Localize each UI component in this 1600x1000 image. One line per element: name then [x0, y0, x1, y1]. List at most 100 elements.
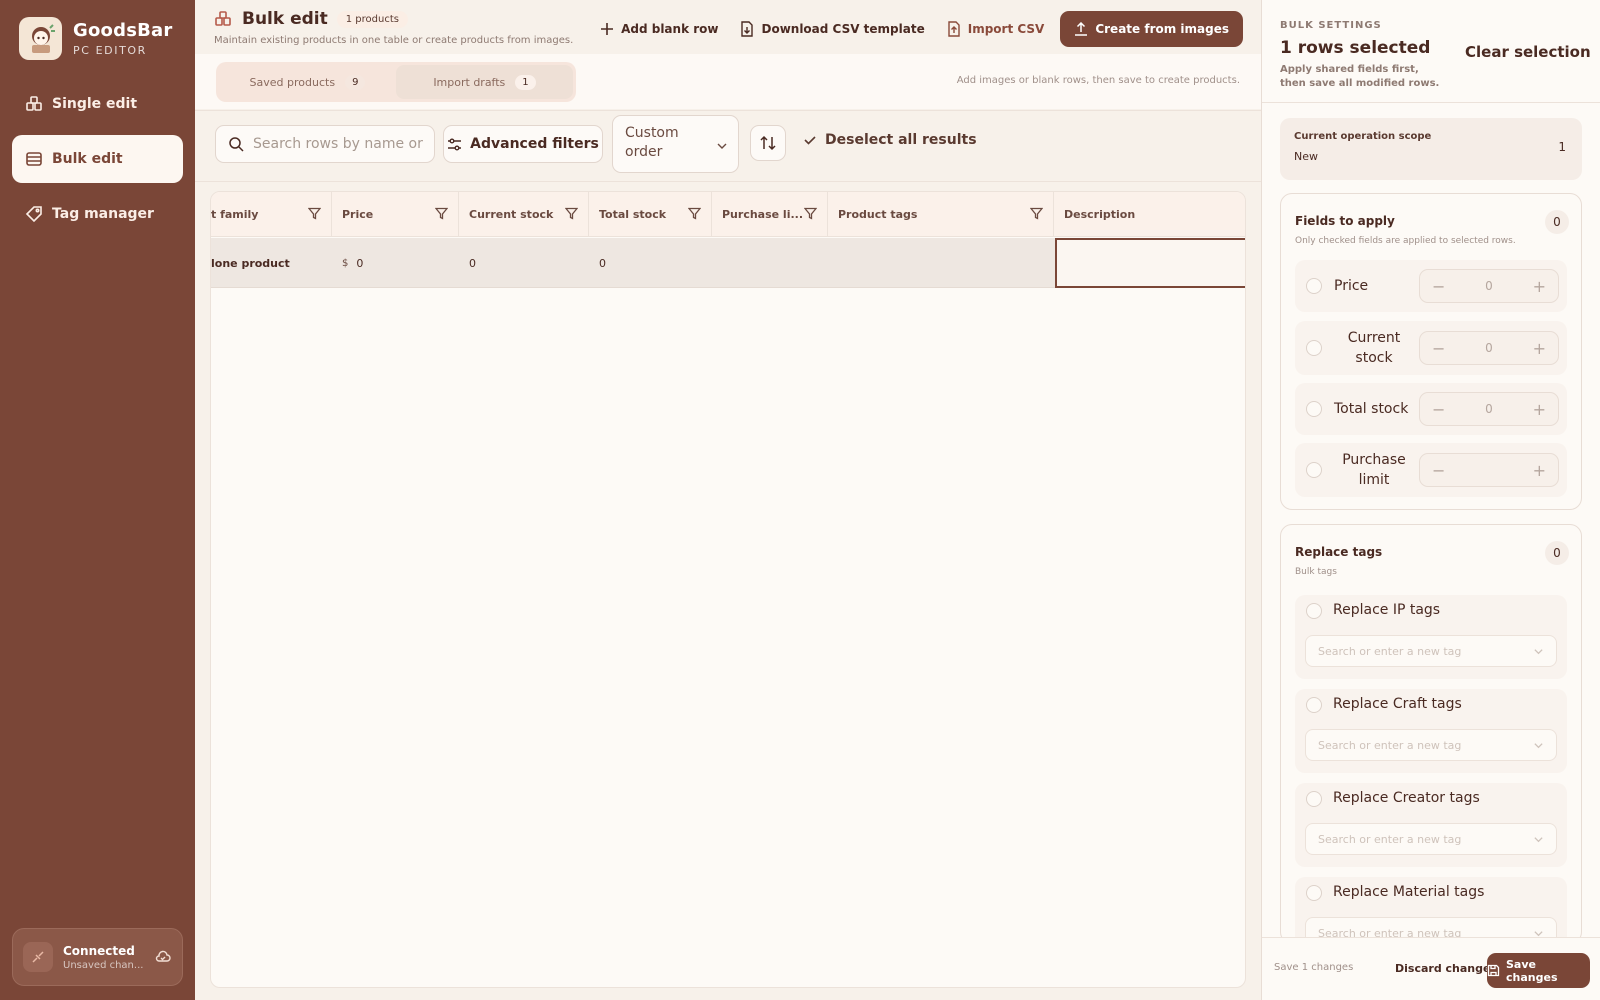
column-header-product-tags[interactable]: Product tags — [828, 192, 1054, 237]
column-label: t family — [211, 208, 259, 221]
clear-selection-button[interactable]: Clear selection — [1465, 43, 1591, 61]
field-checkbox[interactable] — [1306, 340, 1322, 356]
filter-icon[interactable] — [435, 207, 448, 220]
import-csv-button[interactable]: Import CSV — [947, 21, 1045, 37]
check-icon — [803, 133, 817, 147]
tag-checkbox[interactable] — [1306, 885, 1322, 901]
column-label: Total stock — [599, 208, 667, 221]
panel-title: 1 rows selected — [1280, 38, 1431, 58]
app-name: GoodsBar — [73, 20, 173, 41]
column-header-description[interactable]: Description — [1054, 192, 1245, 237]
cell-description[interactable] — [1055, 238, 1245, 288]
tag-label: Replace Creator tags — [1333, 790, 1480, 806]
deselect-label: Deselect all results — [825, 132, 977, 148]
tag-checkbox[interactable] — [1306, 791, 1322, 807]
filter-icon[interactable] — [308, 207, 321, 220]
sort-direction-button[interactable] — [750, 125, 786, 161]
tag-input[interactable]: Search or enter a new tag — [1305, 823, 1557, 855]
advanced-filters-button[interactable]: Advanced filters — [443, 125, 603, 163]
deselect-all-button[interactable]: Deselect all results — [803, 132, 977, 148]
sort-order-select[interactable]: Custom order — [612, 115, 739, 173]
plus-icon — [600, 22, 614, 36]
field-row-total-stock: Total stock − 0 + — [1295, 383, 1567, 435]
panel-header: BULK SETTINGS 1 rows selected Apply shar… — [1262, 0, 1600, 103]
minus-icon[interactable]: − — [1432, 339, 1445, 358]
tabs-hint: Add images or blank rows, then save to c… — [956, 75, 1240, 86]
filter-icon[interactable] — [1030, 207, 1043, 220]
create-from-images-button[interactable]: Create from images — [1060, 11, 1243, 47]
cell-current-stock[interactable]: 0 — [469, 238, 476, 288]
product-count-badge: 1 products — [336, 10, 408, 28]
discard-changes-button[interactable]: Discard changes — [1395, 962, 1497, 975]
column-header-total-stock[interactable]: Total stock — [589, 192, 712, 237]
panel-kicker: BULK SETTINGS — [1280, 20, 1382, 31]
table-header: t family Price Current stock Total stock… — [211, 192, 1245, 237]
tab-saved-products[interactable]: Saved products 9 — [219, 65, 396, 99]
field-label: Current stock — [1347, 330, 1401, 366]
download-csv-template-button[interactable]: Download CSV template — [740, 21, 925, 37]
tags-title: Replace tags — [1295, 545, 1383, 559]
product-tabs: Saved products 9 Import drafts 1 — [216, 62, 576, 102]
field-checkbox[interactable] — [1306, 462, 1322, 478]
tab-count: 9 — [345, 74, 366, 90]
purchase-limit-stepper[interactable]: − + — [1419, 453, 1559, 487]
save-icon — [1487, 964, 1500, 977]
plus-icon[interactable]: + — [1533, 400, 1546, 419]
tags-count-badge: 0 — [1545, 541, 1569, 565]
add-blank-row-button[interactable]: Add blank row — [600, 22, 718, 36]
field-row-price: Price − 0 + — [1295, 260, 1567, 312]
minus-icon[interactable]: − — [1432, 461, 1445, 480]
cell-total-stock[interactable]: 0 — [599, 238, 606, 288]
column-header-family[interactable]: t family — [211, 192, 332, 237]
cell-family[interactable]: lone product — [211, 238, 290, 288]
plus-icon[interactable]: + — [1533, 461, 1546, 480]
field-checkbox[interactable] — [1306, 401, 1322, 417]
minus-icon[interactable]: − — [1432, 277, 1445, 296]
add-blank-row-label: Add blank row — [621, 22, 719, 36]
chevron-down-icon — [716, 140, 728, 152]
column-header-purchase-limit[interactable]: Purchase li... — [712, 192, 828, 237]
current-stock-stepper[interactable]: − 0 + — [1419, 331, 1559, 365]
minus-icon[interactable]: − — [1432, 400, 1445, 419]
sidebar-item-single-edit[interactable]: Single edit — [12, 80, 183, 128]
field-label: Total stock — [1334, 401, 1409, 417]
plus-icon[interactable]: + — [1533, 277, 1546, 296]
table-row[interactable]: lone product $ 0 0 0 — [211, 238, 1245, 288]
tag-checkbox[interactable] — [1306, 603, 1322, 619]
import-csv-label: Import CSV — [967, 22, 1045, 36]
app-logo — [19, 17, 62, 60]
filter-icon[interactable] — [804, 207, 817, 220]
search-input[interactable] — [253, 136, 423, 152]
tag-checkbox[interactable] — [1306, 697, 1322, 713]
tag-input[interactable]: Search or enter a new tag — [1305, 635, 1557, 667]
connection-status[interactable]: Connected Unsaved chan... — [12, 928, 183, 986]
tab-import-drafts[interactable]: Import drafts 1 — [396, 65, 573, 99]
tab-label: Import drafts — [433, 75, 506, 89]
sidebar-item-bulk-edit[interactable]: Bulk edit — [12, 135, 183, 183]
price-stepper[interactable]: − 0 + — [1419, 269, 1559, 303]
advanced-filters-label: Advanced filters — [470, 136, 599, 152]
table-toolbar: Advanced filters Custom order Deselect a… — [195, 110, 1261, 182]
product-table: t family Price Current stock Total stock… — [210, 191, 1246, 988]
page-header: Bulk edit 1 products Maintain existing p… — [195, 0, 1261, 54]
save-changes-label: Save changes — [1506, 957, 1558, 984]
scope-value: New — [1294, 150, 1318, 163]
download-csv-label: Download CSV template — [761, 22, 925, 36]
sliders-icon — [447, 137, 462, 152]
total-stock-stepper[interactable]: − 0 + — [1419, 392, 1559, 426]
plus-icon[interactable]: + — [1533, 339, 1546, 358]
tag-input[interactable]: Search or enter a new tag — [1305, 729, 1557, 761]
tab-label: Saved products — [249, 75, 336, 89]
filter-icon[interactable] — [688, 207, 701, 220]
column-header-price[interactable]: Price — [332, 192, 459, 237]
filter-icon[interactable] — [565, 207, 578, 220]
stepper-value: 0 — [1485, 402, 1493, 416]
field-checkbox[interactable] — [1306, 278, 1322, 294]
column-label: Current stock — [469, 208, 554, 221]
tag-row-creator: Replace Creator tags Search or enter a n… — [1295, 783, 1567, 867]
sidebar-item-tag-manager[interactable]: Tag manager — [12, 190, 183, 238]
fields-subtitle: Only checked fields are applied to selec… — [1295, 236, 1516, 246]
column-header-current-stock[interactable]: Current stock — [459, 192, 589, 237]
save-changes-button[interactable]: Save changes — [1487, 953, 1590, 988]
cell-price[interactable]: $ 0 — [342, 238, 363, 288]
